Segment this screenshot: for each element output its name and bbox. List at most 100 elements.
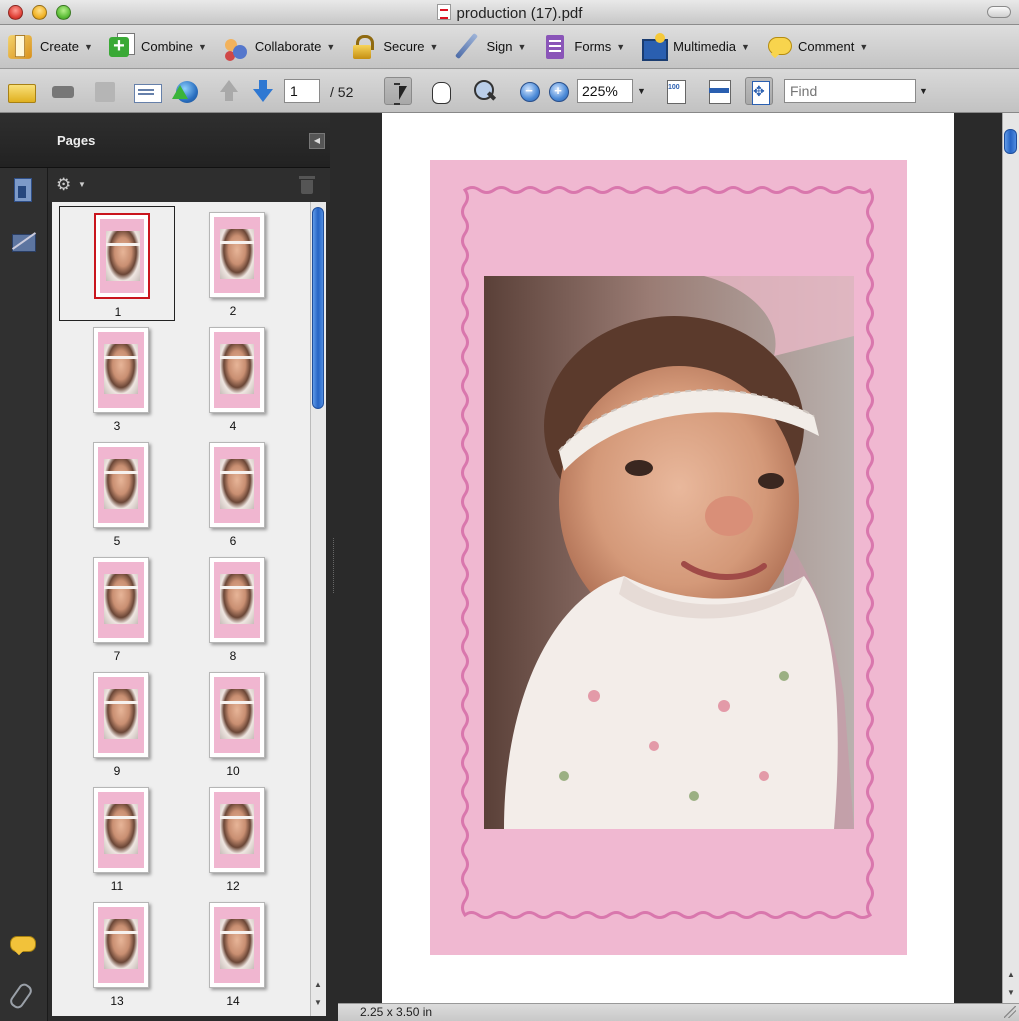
thumbnail-page-image — [209, 442, 265, 528]
print-icon[interactable] — [48, 77, 76, 105]
comment-label: Comment — [797, 39, 855, 54]
navigation-pane-strip — [0, 113, 48, 1021]
collaborate-menu[interactable]: Collaborate ▼ — [221, 29, 335, 65]
page-thumbnail[interactable]: 6 — [175, 436, 291, 551]
window-title-bar: production (17).pdf — [0, 0, 1019, 25]
hand-tool-icon[interactable] — [426, 77, 454, 105]
thumbnails-scroll-thumb[interactable] — [312, 207, 324, 409]
comments-icon[interactable] — [10, 931, 36, 957]
create-menu[interactable]: Create ▼ — [6, 29, 93, 65]
page-thumbnail[interactable]: 5 — [59, 436, 175, 551]
page-thumbnail[interactable]: 3 — [59, 321, 175, 436]
status-bar — [338, 1003, 1019, 1021]
thumbnail-page-image — [93, 672, 149, 758]
thumbnail-page-number: 4 — [229, 419, 237, 433]
signatures-icon[interactable] — [10, 229, 36, 255]
baby-photo — [484, 276, 854, 829]
tasks-toolbar: Create ▼ Combine ▼ Collaborate ▼ Secure ▼ Si… — [0, 25, 1019, 69]
pages-panel-title: Pages — [57, 133, 96, 148]
comment-menu[interactable]: Comment ▼ — [764, 29, 868, 65]
page-number-input[interactable] — [284, 79, 320, 103]
page-thumbnail[interactable]: 13 — [59, 896, 175, 1011]
thumbnail-page-number: 9 — [113, 764, 121, 778]
collapse-panel-button[interactable]: ◀ — [309, 133, 325, 149]
bookmarks-icon[interactable] — [10, 178, 36, 204]
fit-page-icon[interactable] — [745, 77, 773, 105]
page-thumbnail[interactable]: 14 — [175, 896, 291, 1011]
thumbnail-page-number: 13 — [110, 994, 124, 1008]
dropdown-arrow-icon: ▼ — [326, 41, 336, 52]
page-thumbnail[interactable]: 8 — [175, 551, 291, 666]
document-scrollbar[interactable] — [1002, 113, 1019, 1003]
thumbnail-page-number: 6 — [229, 534, 237, 548]
options-dropdown-arrow-icon[interactable]: ▼ — [78, 180, 86, 189]
page-thumbnail[interactable]: 7 — [59, 551, 175, 666]
panel-splitter[interactable] — [330, 113, 338, 1021]
thumbnail-page-image — [209, 902, 265, 988]
thumbnail-page-number: 8 — [229, 649, 237, 663]
thumbnail-page-image — [209, 557, 265, 643]
page-thumbnail[interactable]: 12 — [175, 781, 291, 896]
gear-icon[interactable]: ⚙ — [56, 175, 76, 195]
thumbnail-page-number: 1 — [114, 305, 122, 319]
dropdown-arrow-icon: ▼ — [197, 41, 207, 52]
multimedia-menu[interactable]: Multimedia ▼ — [639, 29, 750, 65]
marquee-zoom-icon[interactable] — [470, 77, 498, 105]
thumbnail-page-image — [93, 327, 149, 413]
comment-bubble-icon — [764, 33, 792, 61]
page-size-label: 2.25 x 3.50 in — [360, 1005, 433, 1019]
doc-scroll-up-arrow-icon[interactable]: ▲ — [1005, 970, 1017, 982]
dropdown-arrow-icon: ▼ — [616, 41, 626, 52]
pages-options-bar — [48, 168, 330, 202]
globe-share-icon[interactable] — [172, 77, 200, 105]
page-thumbnail[interactable]: 4 — [175, 321, 291, 436]
next-page-icon[interactable] — [249, 77, 277, 105]
scroll-down-arrow-icon[interactable]: ▼ — [312, 998, 324, 1010]
page-thumbnail[interactable]: 2 — [175, 206, 291, 321]
forms-menu[interactable]: Forms ▼ — [540, 29, 625, 65]
find-dropdown-arrow-icon[interactable]: ▼ — [919, 86, 928, 96]
thumbnail-page-number: 11 — [110, 879, 124, 893]
combine-menu[interactable]: Combine ▼ — [107, 29, 207, 65]
page-thumbnail[interactable]: 10 — [175, 666, 291, 781]
previous-page-icon[interactable] — [215, 77, 243, 105]
page-thumbnail[interactable]: 1 — [59, 206, 175, 321]
scroll-up-arrow-icon[interactable]: ▲ — [312, 980, 324, 992]
page-thumbnail[interactable]: 11 — [59, 781, 175, 896]
save-disk-icon[interactable] — [90, 77, 118, 105]
paperclip-attachments-icon[interactable] — [10, 981, 36, 1007]
select-text-cursor-icon[interactable] — [384, 77, 412, 105]
pen-icon — [452, 33, 480, 61]
thumbnail-page-number: 12 — [226, 879, 240, 893]
create-icon — [8, 34, 32, 59]
zoom-out-icon[interactable] — [515, 77, 543, 105]
actual-size-icon[interactable] — [661, 77, 689, 105]
thumbnail-page-image — [209, 327, 265, 413]
sign-menu[interactable]: Sign ▼ — [452, 29, 526, 65]
secure-menu[interactable]: Secure ▼ — [349, 29, 438, 65]
forms-label: Forms — [574, 39, 612, 54]
combine-label: Combine — [140, 39, 193, 54]
toolbar-toggle-button[interactable] — [987, 6, 1011, 18]
dropdown-arrow-icon: ▼ — [517, 41, 527, 52]
scrolling-mode-icon[interactable] — [704, 77, 732, 105]
doc-scroll-down-arrow-icon[interactable]: ▼ — [1005, 988, 1017, 1000]
secure-label: Secure — [383, 39, 425, 54]
open-folder-icon[interactable] — [6, 77, 36, 105]
email-icon[interactable] — [132, 77, 162, 105]
page-thumbnail[interactable]: 9 — [59, 666, 175, 781]
zoom-in-icon[interactable] — [544, 77, 572, 105]
find-input[interactable] — [784, 79, 916, 103]
document-scroll-thumb[interactable] — [1004, 129, 1017, 154]
thumbnail-page-image — [209, 212, 265, 298]
multimedia-icon — [639, 32, 669, 61]
zoom-level-input[interactable] — [577, 79, 633, 103]
zoom-dropdown-arrow-icon[interactable]: ▼ — [637, 86, 646, 96]
thumbnail-page-number: 2 — [229, 304, 237, 318]
resize-grip-icon[interactable] — [1003, 1005, 1017, 1019]
pdf-document-icon — [436, 4, 451, 20]
window-title: production (17).pdf — [0, 4, 1019, 22]
thumbnail-page-number: 3 — [113, 419, 121, 433]
trash-icon[interactable] — [299, 176, 315, 194]
forms-icon — [540, 33, 568, 61]
